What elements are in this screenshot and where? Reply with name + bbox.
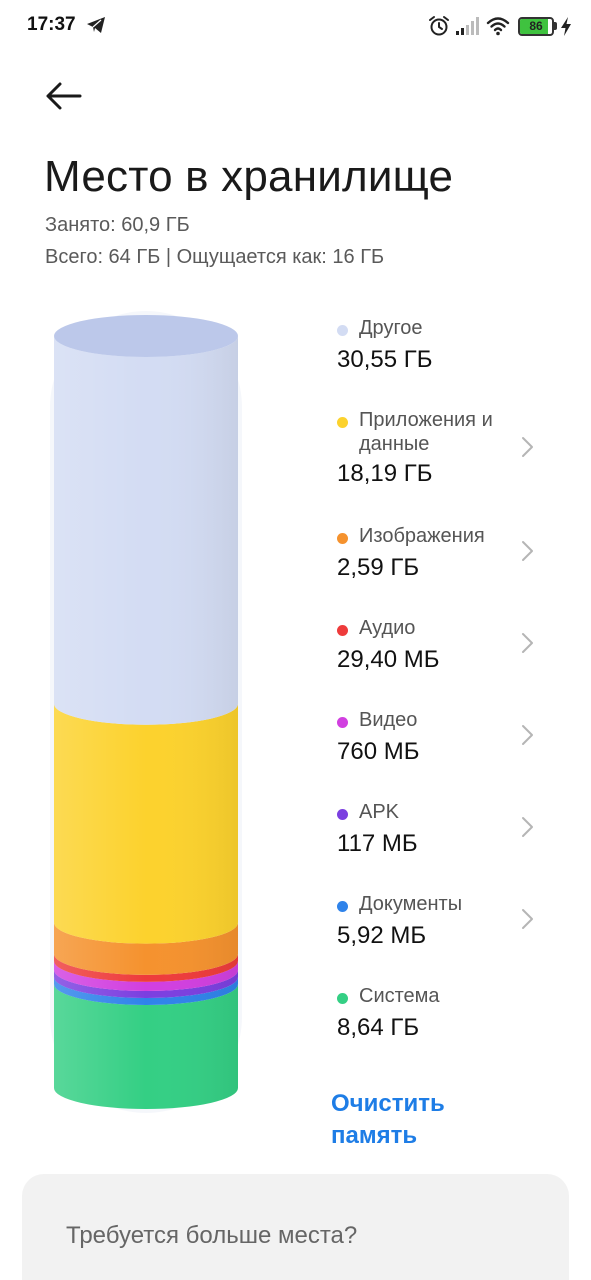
legend-item-name: Приложения и данные xyxy=(359,409,493,455)
legend-item-size: 117 МБ xyxy=(337,830,418,857)
legend-item: Система 8,64 ГБ xyxy=(330,984,560,1048)
legend-item-size: 30,55 ГБ xyxy=(337,346,433,373)
legend-item-size: 5,92 МБ xyxy=(337,922,427,949)
status-time: 17:37 xyxy=(27,14,76,35)
legend-item-name: Другое xyxy=(359,317,423,339)
legend-item-name: Изображения xyxy=(359,525,485,547)
chevron-right-icon[interactable] xyxy=(518,628,538,658)
chevron-right-icon[interactable] xyxy=(518,720,538,750)
legend-item-size: 29,40 МБ xyxy=(337,646,440,673)
cylinder-segment xyxy=(54,336,238,725)
legend-item[interactable]: Аудио 29,40 МБ xyxy=(330,616,560,680)
legend-color-dot xyxy=(337,417,348,428)
legend-color-dot xyxy=(337,901,348,912)
signal-icon xyxy=(456,17,479,35)
legend-item-name: APK xyxy=(359,801,400,823)
legend-color-dot xyxy=(337,809,348,820)
cylinder-segment xyxy=(54,703,238,944)
legend-color-dot xyxy=(337,993,348,1004)
need-more-space-text: Требуется больше места? xyxy=(66,1222,358,1249)
legend-item-name: Аудио xyxy=(359,617,416,639)
telegram-icon xyxy=(87,17,105,33)
need-more-space-card[interactable]: Требуется больше места? xyxy=(22,1174,569,1280)
legend-item[interactable]: APK 117 МБ xyxy=(330,800,560,864)
legend-color-dot xyxy=(337,717,348,728)
legend-item-size: 8,64 ГБ xyxy=(337,1014,420,1041)
alarm-icon xyxy=(429,16,449,36)
charging-icon xyxy=(561,17,571,36)
legend-item[interactable]: Видео 760 МБ xyxy=(330,708,560,772)
legend-item[interactable]: Изображения 2,59 ГБ xyxy=(330,524,560,588)
wifi-icon xyxy=(486,17,510,36)
legend-color-dot xyxy=(337,325,348,336)
clean-memory-button[interactable]: Очистить память xyxy=(331,1088,481,1152)
legend-item-size: 760 МБ xyxy=(337,738,420,765)
legend-item-name: Система xyxy=(359,985,440,1007)
back-arrow-icon[interactable] xyxy=(40,76,86,116)
legend-item[interactable]: Документы 5,92 МБ xyxy=(330,892,560,956)
legend-color-dot xyxy=(337,625,348,636)
legend-item-name: Видео xyxy=(359,709,418,731)
page-title: Место в хранилище xyxy=(44,152,454,201)
legend-item-size: 18,19 ГБ xyxy=(337,460,433,487)
storage-cylinder-chart xyxy=(50,311,242,1113)
total-storage-text: Всего: 64 ГБ | Ощущается как: 16 ГБ xyxy=(45,246,385,268)
used-storage-text: Занято: 60,9 ГБ xyxy=(45,214,190,236)
legend-item: Другое 30,55 ГБ xyxy=(330,316,560,380)
status-bar: 17:37 86 xyxy=(0,0,591,56)
chevron-right-icon[interactable] xyxy=(518,432,538,462)
legend-item-name: Документы xyxy=(359,893,463,915)
chevron-right-icon[interactable] xyxy=(518,812,538,842)
chevron-right-icon[interactable] xyxy=(518,904,538,934)
cylinder-top-cap xyxy=(54,315,238,357)
legend-item-size: 2,59 ГБ xyxy=(337,554,420,581)
legend-color-dot xyxy=(337,533,348,544)
chevron-right-icon[interactable] xyxy=(518,536,538,566)
battery-level: 86 xyxy=(529,19,543,33)
battery-icon: 86 xyxy=(518,17,558,36)
legend-item[interactable]: Приложения и данные 18,19 ГБ xyxy=(330,408,560,494)
